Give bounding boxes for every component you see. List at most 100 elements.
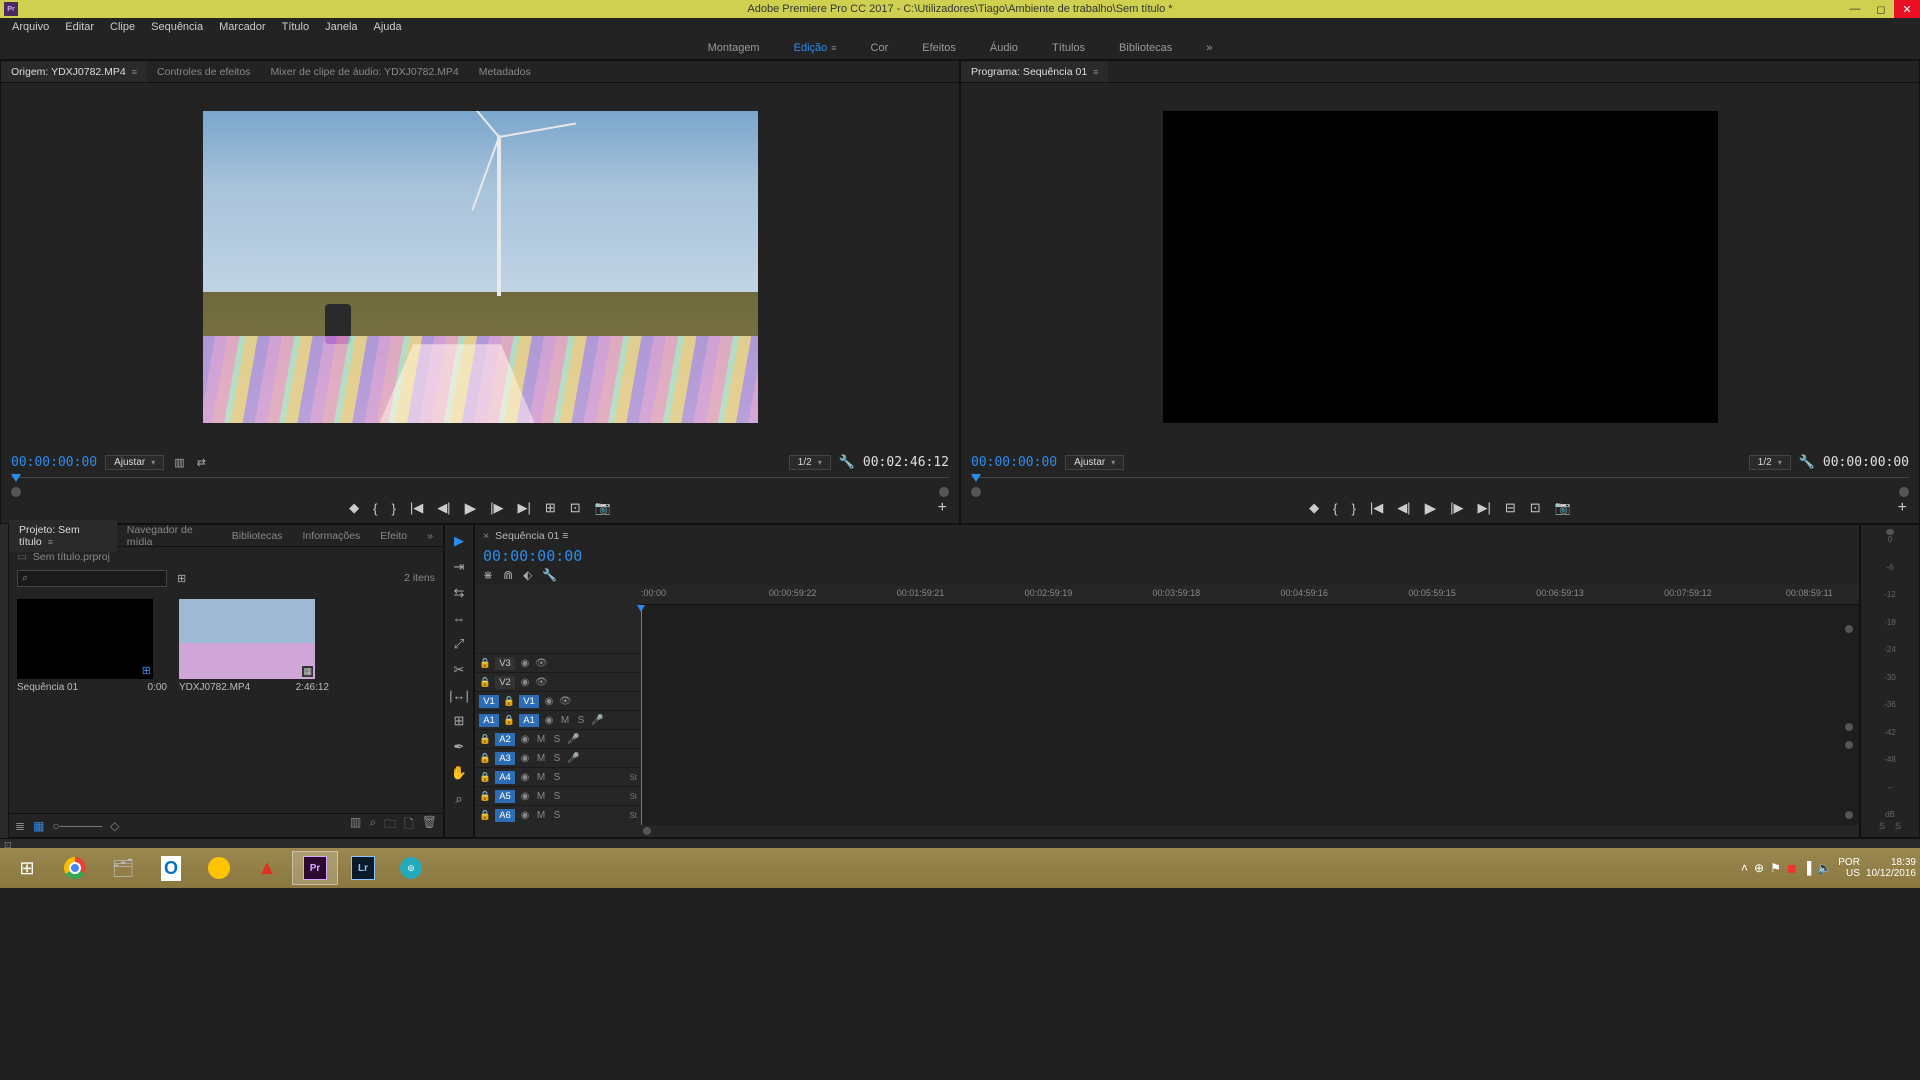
taskbar-explorer[interactable]: 🗂: [100, 851, 146, 885]
taskbar-app-yellow[interactable]: [196, 851, 242, 885]
source-tab[interactable]: Origem: YDXJ0782.MP4≡: [1, 62, 147, 82]
program-settings-button[interactable]: 🔧: [1799, 454, 1815, 470]
icon-view-button[interactable]: ▦: [33, 819, 44, 833]
taskbar-language[interactable]: PORUS: [1838, 857, 1860, 879]
collapsed-panel-strip[interactable]: [0, 524, 8, 838]
button-editor-button[interactable]: +: [938, 499, 947, 517]
rolling-edit-tool[interactable]: ⇔: [449, 611, 469, 626]
program-video-frame[interactable]: [1163, 111, 1718, 423]
toggle-output-icon[interactable]: ◉: [519, 677, 531, 688]
sort-button[interactable]: ◇: [110, 819, 119, 833]
project-item-video[interactable]: ▦ YDXJ0782.MP42:46:12: [179, 599, 329, 803]
panel-menu-icon[interactable]: ≡: [559, 530, 568, 542]
ripple-edit-tool[interactable]: ⇆: [449, 585, 469, 601]
workspace-overflow-button[interactable]: »: [1206, 42, 1212, 54]
timeline-zoom-dot[interactable]: [1845, 741, 1853, 749]
project-filter-button[interactable]: ⊞: [175, 572, 188, 585]
workspace-editing[interactable]: Edição≡: [794, 42, 837, 54]
tray-up-icon[interactable]: ˄: [1741, 861, 1748, 875]
new-item-button[interactable]: 🗋: [404, 815, 414, 836]
source-resolution-icon-2[interactable]: ⇄: [195, 456, 208, 469]
delete-button[interactable]: 🗑: [422, 815, 437, 836]
go-to-in-button[interactable]: |◀: [410, 500, 423, 516]
track-header-v2[interactable]: 🔒V2◉👁: [475, 672, 641, 691]
go-to-out-button[interactable]: ▶|: [1477, 500, 1490, 516]
tray-network-icon[interactable]: ▐: [1803, 861, 1812, 875]
taskbar-chrome[interactable]: [52, 851, 98, 885]
rate-stretch-tool[interactable]: ⤢: [449, 636, 469, 652]
program-fit-dropdown[interactable]: Ajustar▾: [1065, 455, 1124, 470]
razor-tool[interactable]: ✂: [449, 662, 469, 678]
timeline-playhead[interactable]: [641, 605, 642, 825]
voice-over-icon[interactable]: 🎤: [591, 715, 603, 726]
snap-button[interactable]: ⋇: [483, 568, 493, 582]
taskbar-obs[interactable]: ⊚: [388, 851, 434, 885]
metadata-tab[interactable]: Metadados: [469, 62, 541, 82]
timeline-tracks-area[interactable]: [641, 605, 1859, 825]
button-editor-button[interactable]: +: [1898, 499, 1907, 517]
timeline-timecode[interactable]: 00:00:00:00: [483, 547, 582, 565]
effect-controls-tab[interactable]: Controles de efeitos: [147, 62, 260, 82]
tray-icon[interactable]: ◼: [1787, 861, 1797, 875]
lock-icon[interactable]: 🔒: [479, 810, 491, 821]
audio-clip-mixer-tab[interactable]: Mixer de clipe de áudio: YDXJ0782.MP4: [260, 62, 468, 82]
lift-button[interactable]: ⊟: [1505, 500, 1516, 516]
workspace-titles[interactable]: Títulos: [1052, 42, 1085, 54]
collapsed-bottom-panel[interactable]: ⊡: [0, 838, 1920, 848]
sync-lock-icon[interactable]: 👁: [535, 658, 547, 669]
menu-edit[interactable]: Editar: [57, 19, 102, 35]
timeline-zoom-dot[interactable]: [1845, 625, 1853, 633]
step-forward-button[interactable]: |▶: [1450, 500, 1463, 516]
source-zoom-dropdown[interactable]: 1/2▾: [789, 455, 831, 470]
track-header-v1[interactable]: V1🔒V1◉👁: [475, 691, 641, 710]
lock-icon[interactable]: 🔒: [479, 791, 491, 802]
window-maximize-button[interactable]: ◻: [1868, 0, 1894, 18]
effects-tab[interactable]: Efeito: [370, 526, 417, 546]
workspace-audio[interactable]: Áudio: [990, 42, 1018, 54]
program-playhead[interactable]: [971, 474, 981, 482]
selection-tool[interactable]: ▶: [449, 533, 469, 549]
lock-icon[interactable]: 🔒: [503, 696, 515, 707]
track-header-a1[interactable]: A1🔒A1◉MS🎤: [475, 710, 641, 729]
mark-in-button[interactable]: {: [1333, 501, 1337, 516]
track-target[interactable]: A5: [495, 790, 515, 803]
mark-out-button[interactable]: }: [391, 501, 395, 516]
add-marker-button[interactable]: ⬖: [523, 568, 532, 582]
workspace-menu-icon[interactable]: ≡: [831, 43, 836, 53]
workspace-effects[interactable]: Efeitos: [922, 42, 956, 54]
automate-button[interactable]: ▥: [350, 815, 361, 836]
menu-window[interactable]: Janela: [317, 19, 365, 35]
track-target[interactable]: A1: [519, 714, 539, 727]
taskbar-clock[interactable]: 18:3910/12/2016: [1866, 857, 1916, 879]
play-button[interactable]: ▶: [1425, 499, 1437, 517]
start-button[interactable]: ⊞: [4, 851, 50, 885]
track-header-a2[interactable]: 🔒A2◉MS🎤: [475, 729, 641, 748]
mark-in-button[interactable]: {: [373, 501, 377, 516]
panel-menu-icon[interactable]: ≡: [132, 67, 137, 77]
taskbar-premiere[interactable]: Pr: [292, 851, 338, 885]
voice-over-icon[interactable]: 🎤: [567, 753, 579, 764]
track-target[interactable]: A4: [495, 771, 515, 784]
track-header-a6[interactable]: 🔒A6◉MSSt: [475, 805, 641, 824]
program-scrub-bar[interactable]: [971, 477, 1909, 489]
track-target[interactable]: V3: [495, 657, 515, 670]
tray-volume-icon[interactable]: 🔈: [1817, 861, 1832, 875]
program-zoom-dropdown[interactable]: 1/2▾: [1749, 455, 1791, 470]
menu-clip[interactable]: Clipe: [102, 19, 143, 35]
panel-overflow-button[interactable]: »: [417, 526, 443, 546]
timeline-ruler[interactable]: :00:00 00:00:59:22 00:01:59:21 00:02:59:…: [641, 585, 1859, 605]
track-target[interactable]: A3: [495, 752, 515, 765]
project-item-sequence[interactable]: ⊞ Sequência 010:00: [17, 599, 167, 803]
taskbar-outlook[interactable]: O: [148, 851, 194, 885]
lock-icon[interactable]: 🔒: [479, 677, 491, 688]
menu-sequence[interactable]: Sequência: [143, 19, 211, 35]
menu-file[interactable]: Arquivo: [4, 19, 57, 35]
add-marker-button[interactable]: ◆: [349, 500, 359, 516]
window-close-button[interactable]: ✕: [1894, 0, 1920, 18]
sync-lock-icon[interactable]: 👁: [535, 677, 547, 688]
overwrite-button[interactable]: ⊡: [570, 500, 581, 516]
step-back-button[interactable]: ◀|: [1397, 500, 1410, 516]
source-patch[interactable]: A1: [479, 714, 499, 727]
menu-title[interactable]: Título: [274, 19, 318, 35]
hand-tool[interactable]: ✋: [449, 765, 469, 781]
